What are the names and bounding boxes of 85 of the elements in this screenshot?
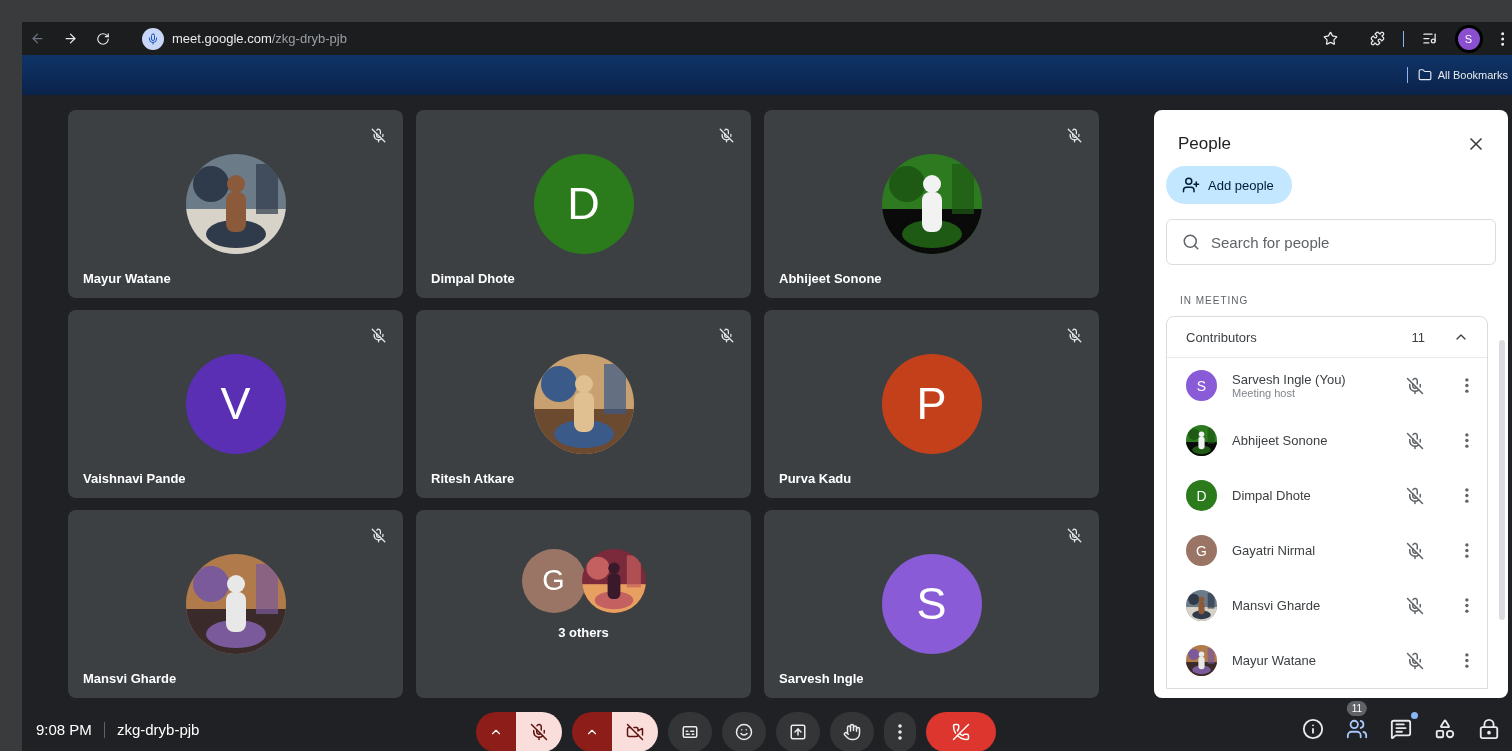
avatar: D: [1186, 480, 1217, 511]
captions-icon: [681, 723, 699, 741]
panel-title: People: [1178, 134, 1231, 154]
section-label: IN MEETING: [1180, 295, 1250, 306]
participant-name: Sarvesh Ingle: [779, 671, 864, 686]
participant-name: Mayur Watane: [83, 271, 171, 286]
search-field[interactable]: Search for people: [1166, 219, 1496, 265]
participant-name: Purva Kadu: [779, 471, 852, 486]
contributors-header[interactable]: Contributors 11: [1167, 317, 1487, 358]
avatar: D: [533, 154, 634, 254]
mic-off-icon: [530, 723, 548, 741]
lock-icon[interactable]: [1478, 718, 1500, 740]
mic-off-icon[interactable]: [1406, 541, 1425, 560]
smiley-icon: [735, 723, 753, 741]
more-icon[interactable]: [1465, 543, 1469, 558]
participant-name: Mayur Watane: [1232, 653, 1318, 668]
more-icon[interactable]: [1465, 488, 1469, 503]
upload-box-icon: [789, 723, 807, 741]
more-options-button[interactable]: [884, 712, 916, 751]
search-icon: [1182, 233, 1200, 251]
folder-icon[interactable]: [1417, 68, 1432, 82]
raise-hand-button[interactable]: [830, 712, 874, 751]
participant-name: Ritesh Atkare: [431, 471, 515, 486]
more-icon[interactable]: [1465, 598, 1469, 613]
phone-icon: [952, 723, 970, 741]
mic-off-icon[interactable]: [1406, 596, 1425, 615]
media-icon[interactable]: [1421, 31, 1437, 46]
participant-row[interactable]: Mayur Watane: [1167, 633, 1487, 688]
mic-off-icon[interactable]: [1406, 376, 1425, 395]
info-icon[interactable]: [1302, 718, 1324, 740]
people-icon[interactable]: [1346, 718, 1368, 740]
avatar: S: [1186, 370, 1217, 401]
camera-off-icon: [626, 723, 644, 741]
captions-button[interactable]: [668, 712, 712, 751]
participant-name: Mansvi Gharde: [1232, 598, 1322, 613]
participant-name: Sarvesh Ingle (You): [1232, 372, 1347, 387]
person-add-icon: [1182, 176, 1200, 194]
participant-row[interactable]: G Gayatri Nirmal: [1167, 523, 1487, 578]
avatar: G: [1186, 535, 1217, 566]
avatar: P: [881, 354, 982, 454]
participant-row[interactable]: S Sarvesh Ingle (You) Meeting host: [1167, 358, 1487, 413]
participant-role: Meeting host: [1232, 387, 1296, 399]
clock-time: 9:08 PM: [36, 721, 92, 738]
end-call-button[interactable]: [926, 712, 996, 751]
address-field[interactable]: meet.google.com/zkg-dryb-pjb: [172, 31, 347, 46]
forward-icon[interactable]: [63, 31, 78, 46]
meeting-code: zkg-dryb-pjb: [116, 721, 200, 738]
mic-off-icon[interactable]: [1406, 486, 1425, 505]
hand-icon: [843, 723, 861, 741]
back-icon[interactable]: [30, 31, 45, 46]
participant-name: Dimpal Dhote: [1232, 488, 1312, 503]
menu-icon[interactable]: [1500, 31, 1504, 46]
reload-icon[interactable]: [96, 31, 110, 46]
participant-name: Gayatri Nirmal: [1232, 543, 1317, 558]
more-icon[interactable]: [1465, 433, 1469, 448]
people-count: 11: [1346, 701, 1368, 716]
participant-name: Abhijeet Sonone: [779, 271, 882, 286]
present-button[interactable]: [776, 712, 820, 751]
avatar: G: [521, 548, 586, 613]
participant-name: Abhijeet Sonone: [1232, 433, 1329, 448]
avatar: S: [881, 554, 982, 654]
profile-avatar[interactable]: S: [1454, 24, 1483, 53]
chat-icon[interactable]: [1390, 718, 1412, 740]
avatar: V: [185, 354, 286, 454]
mic-icon[interactable]: [142, 27, 164, 50]
puzzle-icon[interactable]: [1369, 31, 1385, 46]
more-icon[interactable]: [1465, 378, 1469, 393]
mic-off-icon[interactable]: [1406, 651, 1425, 670]
microphone-button[interactable]: [516, 712, 562, 751]
participant-row[interactable]: D Dimpal Dhote: [1167, 468, 1487, 523]
camera-button[interactable]: [612, 712, 658, 751]
add-people-button[interactable]: Add people: [1166, 166, 1292, 204]
mic-off-icon[interactable]: [1406, 431, 1425, 450]
participant-row[interactable]: Abhijeet Sonone: [1167, 413, 1487, 468]
star-icon[interactable]: [1322, 31, 1338, 46]
others-count: 3 others: [558, 624, 609, 640]
shapes-icon[interactable]: [1434, 718, 1456, 740]
bookmarks-link[interactable]: All Bookmarks: [1437, 69, 1508, 81]
participant-name: Dimpal Dhote: [431, 271, 515, 286]
more-icon: [898, 724, 902, 740]
participant-name: Vaishnavi Pande: [83, 471, 186, 486]
more-icon[interactable]: [1465, 653, 1469, 668]
emoji-button[interactable]: [722, 712, 766, 751]
participant-name: Mansvi Gharde: [83, 671, 177, 686]
participant-row[interactable]: Mansvi Gharde: [1167, 578, 1487, 633]
